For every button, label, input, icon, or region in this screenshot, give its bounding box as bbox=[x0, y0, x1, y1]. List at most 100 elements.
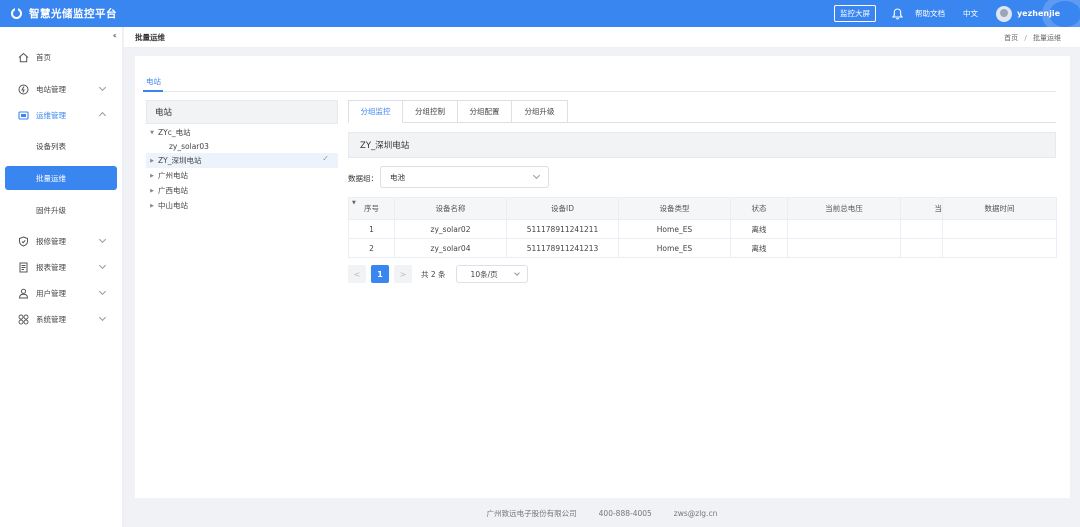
sidebar-item-label: 运维管理 bbox=[36, 110, 66, 120]
tree-node-label: 中山电站 bbox=[158, 201, 188, 210]
language-switch[interactable]: 中文 bbox=[963, 8, 978, 19]
report-icon bbox=[18, 262, 29, 273]
bell-icon[interactable] bbox=[892, 7, 904, 20]
tree-node[interactable]: zy_solar03 bbox=[146, 139, 338, 154]
sidebar-item-home[interactable]: 首页 bbox=[0, 47, 123, 67]
col-header-data-time: 数据时间 bbox=[942, 197, 1057, 220]
tree-node-label: ZY_深圳电站 bbox=[158, 156, 202, 165]
sidebar-item-maintenance[interactable]: 运维管理 bbox=[0, 105, 123, 125]
breadcrumb-home-link[interactable]: 首页 bbox=[1004, 34, 1018, 42]
page-size-value: 10条/页 bbox=[470, 269, 498, 279]
user-icon bbox=[18, 288, 29, 299]
cell-data-time bbox=[942, 219, 1057, 239]
sidebar-item-station-management[interactable]: 电站管理 bbox=[0, 79, 123, 99]
table-header-row: ▼ 序号 设备名称 设备ID 设备类型 状态 当前总电压 当 数据时间 bbox=[348, 197, 1057, 220]
maintenance-icon bbox=[18, 110, 29, 121]
main-card: 电站 电站 ▼ ZYc_电站 zy_solar03 ▶ ZY_深圳电站 ✓ ▶ … bbox=[135, 56, 1070, 498]
top-header: 智慧光储监控平台 监控大屏 帮助文档 中文 yezhenjie bbox=[0, 0, 1080, 34]
cell-device-id: 511178911241213 bbox=[506, 238, 619, 258]
caret-right-icon[interactable]: ▶ bbox=[148, 203, 156, 209]
cell-index: 1 bbox=[348, 219, 395, 239]
caret-right-icon[interactable]: ▶ bbox=[148, 158, 156, 164]
big-screen-button[interactable]: 监控大屏 bbox=[833, 5, 876, 22]
sidebar-subitem-firmware-upgrade[interactable]: 固件升级 bbox=[5, 198, 117, 222]
app-title: 智慧光储监控平台 bbox=[29, 8, 117, 20]
collapse-sidebar-icon[interactable]: ‹‹ bbox=[113, 31, 118, 40]
footer-company: 广州致远电子股份有限公司 bbox=[486, 509, 577, 518]
footer-email: zws@zlg.cn bbox=[673, 509, 718, 518]
col-header-device-type: 设备类型 bbox=[618, 197, 731, 220]
col-header-truncated: 当 bbox=[900, 197, 943, 220]
cell-device-id: 511178911241211 bbox=[506, 219, 619, 239]
next-page-button[interactable]: > bbox=[394, 265, 412, 283]
breadcrumb: 首页 / 批量运维 bbox=[1004, 33, 1061, 43]
tab-group-upgrade[interactable]: 分组升级 bbox=[512, 100, 568, 123]
tree-node-label: ZYc_电站 bbox=[158, 128, 191, 137]
tree-node-label: zy_solar03 bbox=[169, 142, 209, 151]
col-header-label: 序号 bbox=[364, 204, 379, 213]
sidebar-subitem-device-list[interactable]: 设备列表 bbox=[5, 134, 117, 158]
sidebar-item-label: 首页 bbox=[36, 52, 51, 62]
sidebar-subitem-label: 固件升级 bbox=[36, 205, 66, 215]
tree-header: 电站 bbox=[146, 100, 338, 124]
table-row[interactable]: 1 zy_solar02 511178911241211 Home_ES 离线 bbox=[348, 219, 1057, 239]
cell-index: 2 bbox=[348, 238, 395, 258]
help-docs-link[interactable]: 帮助文档 bbox=[915, 8, 945, 19]
caret-right-icon[interactable]: ▶ bbox=[148, 188, 156, 194]
sidebar-item-system-management[interactable]: 系统管理 bbox=[0, 309, 123, 329]
shield-icon bbox=[18, 235, 29, 247]
breadcrumb-separator: / bbox=[1024, 34, 1027, 42]
page-size-select[interactable]: 10条/页 bbox=[455, 265, 528, 283]
sidebar: ‹‹ 首页 电站管理 运维管理 设备列表 批量运维 固件升级 报修管理 报表管理… bbox=[0, 27, 123, 527]
sidebar-subitem-label: 设备列表 bbox=[36, 141, 66, 151]
sidebar-item-report-management[interactable]: 报表管理 bbox=[0, 257, 123, 277]
prev-page-button[interactable]: < bbox=[348, 265, 366, 283]
sidebar-subitem-batch-maintenance[interactable]: 批量运维 bbox=[5, 166, 117, 190]
footer: 广州致远电子股份有限公司 400-888-4005 zws@zlg.cn bbox=[124, 500, 1080, 527]
cell-total-voltage bbox=[787, 219, 901, 239]
sidebar-item-label: 电站管理 bbox=[36, 84, 66, 94]
table-row[interactable]: 2 zy_solar04 511178911241213 Home_ES 离线 bbox=[348, 238, 1057, 258]
tree-node[interactable]: ▼ ZYc_电站 bbox=[146, 125, 338, 140]
page-button-current[interactable]: 1 bbox=[371, 265, 389, 283]
avatar bbox=[995, 5, 1012, 22]
sidebar-item-label: 用户管理 bbox=[36, 288, 66, 298]
logo-icon bbox=[11, 7, 22, 19]
data-group-select[interactable]: 电池 bbox=[380, 166, 549, 188]
tree-node-selected[interactable]: ▶ ZY_深圳电站 ✓ bbox=[146, 153, 338, 168]
col-header-device-id: 设备ID bbox=[506, 197, 619, 220]
chevron-down-icon bbox=[98, 83, 107, 92]
cell-device-name: zy_solar02 bbox=[394, 219, 507, 239]
power-station-icon bbox=[18, 84, 29, 95]
tab-group-config[interactable]: 分组配置 bbox=[458, 100, 512, 123]
tree-node[interactable]: ▶ 广西电站 bbox=[146, 183, 338, 198]
chevron-down-icon bbox=[98, 235, 107, 244]
header-actions: 监控大屏 帮助文档 中文 yezhenjie bbox=[833, 0, 1080, 34]
caret-right-icon[interactable]: ▶ bbox=[148, 173, 156, 179]
caret-down-icon[interactable]: ▼ bbox=[148, 130, 156, 136]
station-name-banner: ZY_深圳电站 bbox=[348, 132, 1056, 158]
sidebar-item-label: 系统管理 bbox=[36, 314, 66, 324]
sort-caret-icon[interactable]: ▼ bbox=[352, 200, 356, 206]
check-icon: ✓ bbox=[322, 154, 329, 163]
col-header-index: ▼ 序号 bbox=[348, 197, 395, 220]
sidebar-item-repair-management[interactable]: 报修管理 bbox=[0, 231, 123, 251]
tree-node[interactable]: ▶ 中山电站 bbox=[146, 198, 338, 213]
cell-device-type: Home_ES bbox=[618, 238, 731, 258]
tab-group-control[interactable]: 分组控制 bbox=[403, 100, 458, 123]
sidebar-item-user-management[interactable]: 用户管理 bbox=[0, 283, 123, 303]
sidebar-item-label: 报表管理 bbox=[36, 262, 66, 272]
tab-station[interactable]: 电站 bbox=[146, 76, 161, 87]
cell-total-voltage bbox=[787, 238, 901, 258]
cell-truncated bbox=[900, 238, 943, 258]
chevron-down-icon bbox=[532, 171, 541, 180]
tree-node[interactable]: ▶ 广州电站 bbox=[146, 168, 338, 183]
cell-device-type: Home_ES bbox=[618, 219, 731, 239]
col-header-status: 状态 bbox=[730, 197, 788, 220]
chevron-up-icon bbox=[98, 111, 107, 120]
tab-group-monitor[interactable]: 分组监控 bbox=[348, 100, 403, 123]
cell-truncated bbox=[900, 219, 943, 239]
app-logo[interactable]: 智慧光储监控平台 bbox=[0, 6, 250, 21]
col-header-total-voltage: 当前总电压 bbox=[787, 197, 901, 220]
system-icon bbox=[18, 314, 29, 325]
